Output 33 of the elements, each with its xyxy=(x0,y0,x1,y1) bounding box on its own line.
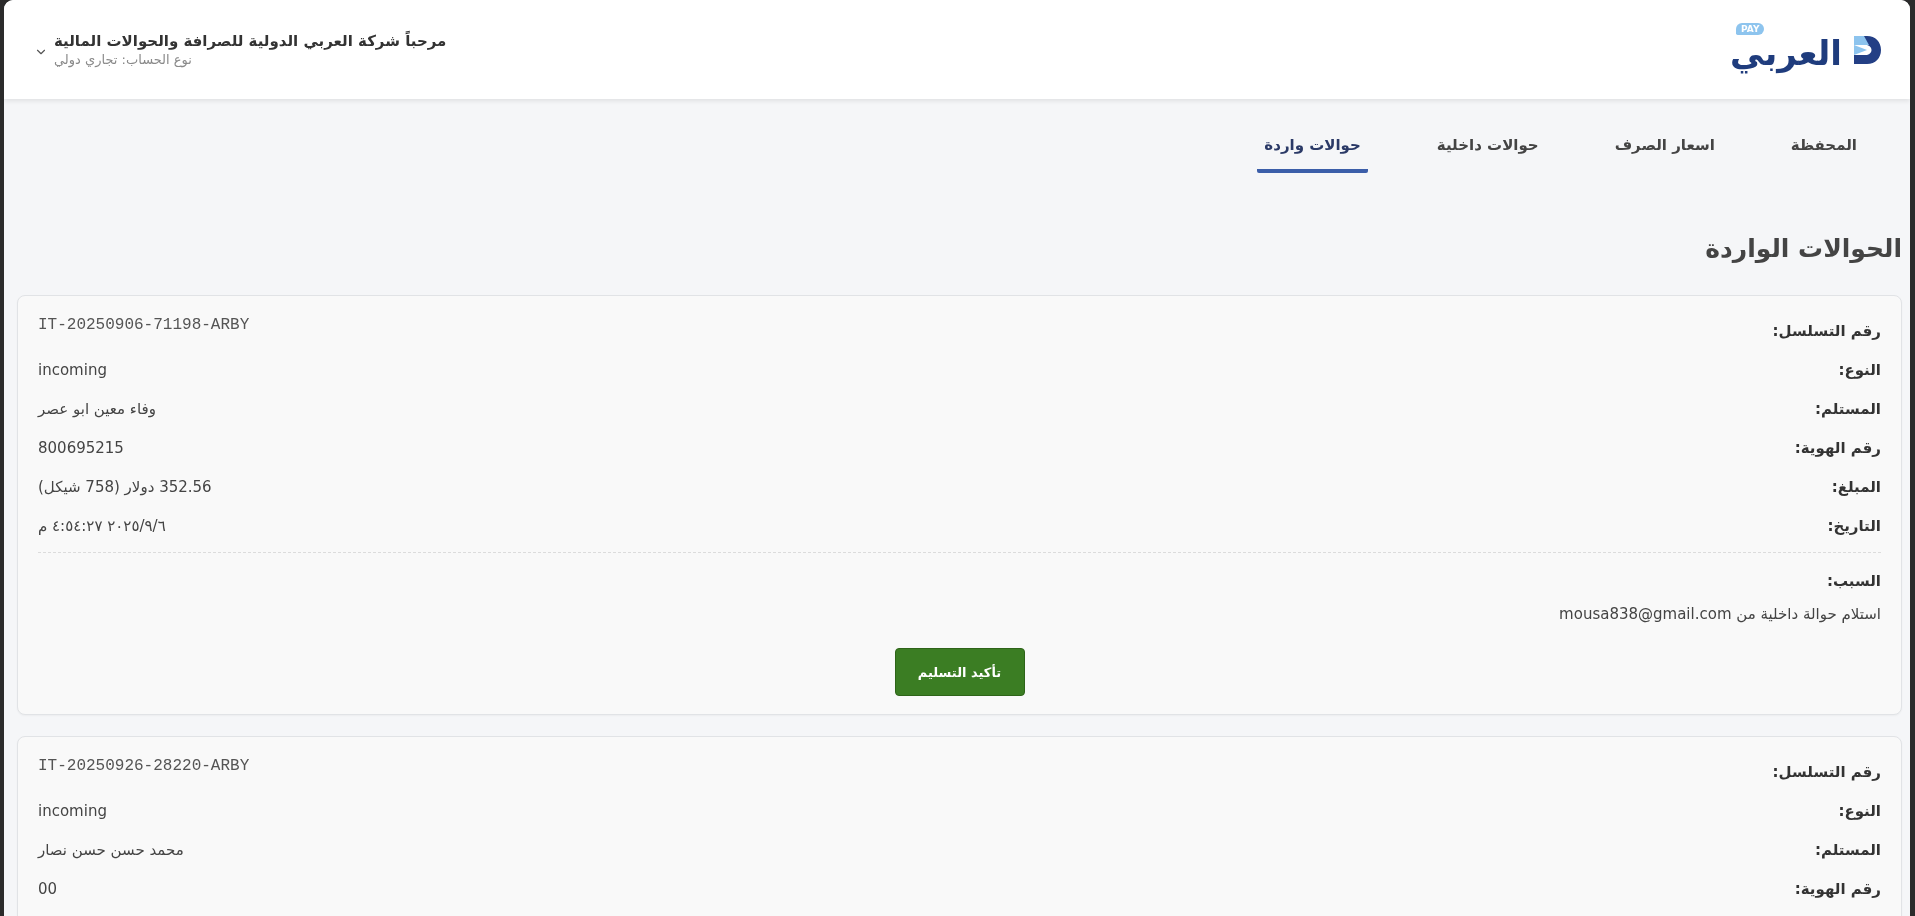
field-label: النوع: xyxy=(1838,800,1881,822)
field-value: وفاء معين ابو عصر xyxy=(38,398,156,420)
field-value: ٢٠٢٥/٩/٦ ٤:٥٤:٢٧ م xyxy=(38,515,166,537)
page-title: الحوالات الواردة xyxy=(1705,233,1902,265)
nav-tab[interactable]: اسعار الصرف xyxy=(1607,121,1722,173)
serial-number: IT-20250926-28220-ARBY xyxy=(38,758,250,773)
field-label: المستلم: xyxy=(1814,839,1881,861)
field-label: المبلغ: xyxy=(1831,476,1881,498)
field-label: رقم التسلسل: xyxy=(1772,320,1881,342)
logo-text: العربي xyxy=(1730,32,1842,75)
confirm-button[interactable]: تأكيد التسليم xyxy=(894,648,1025,696)
field-label: رقم الهوية: xyxy=(1794,437,1881,459)
field-value: incoming xyxy=(38,359,107,381)
field-value: incoming xyxy=(38,800,107,822)
field-label: المستلم: xyxy=(1814,398,1881,420)
greeting-text: مرحباً شركة العربي الدولية للصرافة والحوالات المالية xyxy=(54,31,447,51)
field-value: محمد حسن حسن نصار xyxy=(38,839,184,861)
field-label: التاريخ: xyxy=(1827,515,1881,537)
nav-tab[interactable]: حوالات واردة xyxy=(1257,121,1368,173)
field-label: رقم التسلسل: xyxy=(1772,761,1881,783)
field-value: 00 xyxy=(38,878,58,900)
account-type-text: نوع الحساب: تجاري دولي xyxy=(54,51,192,68)
nav-tab[interactable]: المحفظة xyxy=(1783,121,1864,173)
field-value: 352.56 دولار (758 شيكل) xyxy=(38,476,212,498)
reason-text: استلام حوالة داخلية من mousa838@gmail.com xyxy=(1559,604,1881,625)
reason-label: السبب: xyxy=(1826,571,1881,592)
field-label: النوع: xyxy=(1838,359,1881,381)
logo-icon xyxy=(1852,34,1882,65)
serial-number: IT-20250906-71198-ARBY xyxy=(38,317,250,332)
pay-badge: PAY xyxy=(1736,22,1765,35)
nav-tab[interactable]: حوالات داخلية xyxy=(1429,121,1546,173)
field-label: رقم الهوية: xyxy=(1794,878,1881,900)
field-value: 800695215 xyxy=(38,437,124,459)
